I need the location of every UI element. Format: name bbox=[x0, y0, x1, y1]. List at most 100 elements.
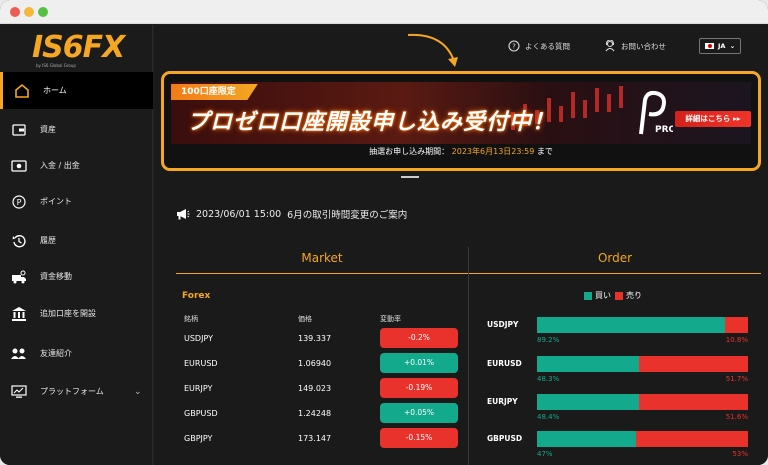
sell-percent: 10.8% bbox=[725, 336, 748, 344]
promo-banner-image[interactable]: 100口座限定 プロゼロ口座開設申し込み受付中！ PRO 詳細はこちら ▸▸ bbox=[171, 82, 751, 144]
sidebar-item-label: 入金 / 出金 bbox=[40, 161, 80, 170]
row-price: 1.06940 bbox=[298, 359, 332, 368]
brand-logo[interactable]: IS6FX by IS6 Global Group bbox=[32, 30, 125, 71]
banner-title: プロゼロ口座開設申し込み受付中！ bbox=[187, 110, 556, 135]
period-suffix: まで bbox=[536, 147, 553, 156]
order-legend: 買い 売り bbox=[584, 290, 642, 301]
market-title: Market bbox=[301, 251, 343, 265]
sidebar-item-platform[interactable]: プラットフォーム ⌄ bbox=[0, 373, 153, 410]
cash-icon bbox=[10, 157, 28, 175]
chevron-down-icon: ⌄ bbox=[134, 386, 142, 397]
contact-link[interactable]: お問い合わせ bbox=[604, 40, 666, 52]
buy-fill bbox=[537, 356, 639, 372]
sidebar-item-fund-transfer[interactable]: 資金移動 bbox=[0, 258, 153, 295]
bank-icon bbox=[10, 305, 28, 323]
notice-date: 2023/06/01 15:00 bbox=[196, 208, 282, 220]
maximize-window-button[interactable] bbox=[38, 7, 48, 17]
sidebar-item-label: 資産 bbox=[40, 125, 56, 134]
contact-label: お問い合わせ bbox=[621, 41, 666, 51]
language-code: JA bbox=[718, 42, 726, 50]
sidebar-item-open-account[interactable]: 追加口座を開設 bbox=[0, 295, 153, 332]
sidebar-item-refer-friends[interactable]: 友達紹介 bbox=[0, 335, 153, 372]
table-row[interactable]: GBPJPY 173.147 -0.15% bbox=[154, 428, 464, 450]
table-row[interactable]: GBPUSD 1.24248 +0.05% bbox=[154, 403, 464, 425]
promo-banner[interactable]: 100口座限定 プロゼロ口座開設申し込み受付中！ PRO 詳細はこちら ▸▸ 抽… bbox=[161, 71, 761, 171]
home-icon bbox=[13, 82, 31, 100]
sidebar-item-label: ホーム bbox=[43, 86, 67, 95]
buy-fill bbox=[537, 317, 726, 333]
sidebar-item-label: 友達紹介 bbox=[40, 349, 72, 358]
close-window-button[interactable] bbox=[10, 7, 20, 17]
chevron-down-icon: ⌄ bbox=[729, 42, 736, 50]
sidebar-item-label: プラットフォーム bbox=[40, 387, 104, 396]
support-icon bbox=[605, 40, 615, 52]
change-badge: +0.05% bbox=[380, 403, 458, 423]
buy-percent: 48.3% bbox=[537, 375, 560, 383]
sidebar-item-history[interactable]: 履歴 bbox=[0, 222, 153, 259]
row-price: 173.147 bbox=[298, 434, 332, 443]
legend-sell: 売り bbox=[626, 291, 642, 300]
change-badge: -0.15% bbox=[380, 428, 458, 448]
order-row[interactable]: EURUSD 48.3% 51.7% bbox=[469, 356, 768, 390]
row-price: 1.24248 bbox=[298, 409, 332, 418]
logo-text: IS6FX bbox=[32, 30, 125, 65]
change-badge: -0.2% bbox=[380, 328, 458, 348]
monitor-icon bbox=[10, 383, 28, 401]
minimize-window-button[interactable] bbox=[24, 7, 34, 17]
sell-percent: 51.6% bbox=[725, 413, 748, 421]
svg-text:PRO: PRO bbox=[655, 125, 673, 135]
title-bar bbox=[0, 0, 768, 24]
notice-text: 6月の取引時間変更のご案内 bbox=[287, 210, 408, 221]
sidebar-item-label: 資金移動 bbox=[40, 272, 72, 281]
sidebar-item-assets[interactable]: 資産 bbox=[0, 111, 153, 148]
row-symbol: EURJPY bbox=[184, 384, 213, 393]
row-symbol: GBPJPY bbox=[184, 434, 213, 443]
browser-window: IS6FX by IS6 Global Group ホーム 資産 入金 / 出金… bbox=[0, 0, 768, 465]
history-icon bbox=[10, 232, 28, 250]
order-symbol: GBPUSD bbox=[487, 434, 523, 443]
japan-flag-icon bbox=[705, 43, 714, 49]
banner-period: 抽選お申し込み期間： 2023年6月13日23:59 まで bbox=[164, 146, 758, 157]
sidebar-item-label: 追加口座を開設 bbox=[40, 309, 96, 318]
row-price: 149.023 bbox=[298, 384, 332, 393]
banner-details-button[interactable]: 詳細はこちら ▸▸ bbox=[675, 111, 751, 127]
sell-swatch bbox=[615, 291, 623, 300]
pointer-arrow-icon bbox=[407, 33, 458, 67]
order-symbol: USDJPY bbox=[487, 320, 519, 329]
order-symbol: EURJPY bbox=[487, 397, 518, 406]
period-label: 抽選お申し込み期間： bbox=[369, 147, 450, 156]
wallet-icon bbox=[10, 121, 28, 139]
order-ratio-bar bbox=[537, 356, 748, 372]
language-selector[interactable]: JA ⌄ bbox=[699, 38, 741, 54]
carousel-indicator[interactable] bbox=[401, 176, 419, 178]
order-row[interactable]: USDJPY 89.2% 10.8% bbox=[469, 317, 768, 351]
table-row[interactable]: EURJPY 149.023 -0.19% bbox=[154, 378, 464, 400]
row-symbol: USDJPY bbox=[184, 334, 213, 343]
svg-text:P: P bbox=[17, 198, 22, 207]
change-badge: +0.01% bbox=[380, 353, 458, 373]
buy-fill bbox=[537, 394, 640, 410]
sidebar-item-label: ポイント bbox=[40, 197, 72, 206]
change-badge: -0.19% bbox=[380, 378, 458, 398]
column-symbol: 銘柄 bbox=[184, 315, 198, 323]
table-row[interactable]: EURUSD 1.06940 +0.01% bbox=[154, 353, 464, 375]
buy-fill bbox=[537, 431, 637, 447]
buy-swatch bbox=[584, 291, 592, 300]
column-price: 価格 bbox=[298, 315, 312, 323]
sidebar-item-deposit-withdraw[interactable]: 入金 / 出金 bbox=[0, 147, 153, 184]
column-change: 変動率 bbox=[380, 315, 401, 323]
order-row[interactable]: GBPUSD 47% 53% bbox=[469, 431, 768, 465]
question-icon: ? bbox=[508, 40, 520, 52]
order-ratio-bar bbox=[537, 317, 748, 333]
table-row[interactable]: USDJPY 139.337 -0.2% bbox=[154, 328, 464, 350]
sidebar-item-home[interactable]: ホーム bbox=[0, 72, 153, 109]
order-ratio-bar bbox=[537, 394, 748, 410]
sidebar: IS6FX by IS6 Global Group ホーム 資産 入金 / 出金… bbox=[0, 25, 153, 465]
banner-tag: 100口座限定 bbox=[171, 84, 258, 100]
order-row[interactable]: EURJPY 48.4% 51.6% bbox=[469, 394, 768, 428]
news-notice[interactable]: 2023/06/01 15:00 6月の取引時間変更のご案内 bbox=[176, 207, 407, 221]
sidebar-item-points[interactable]: P ポイント bbox=[0, 183, 153, 220]
faq-link[interactable]: ? よくある質問 bbox=[508, 40, 570, 52]
friends-icon bbox=[10, 345, 28, 363]
transfer-icon bbox=[10, 268, 28, 286]
